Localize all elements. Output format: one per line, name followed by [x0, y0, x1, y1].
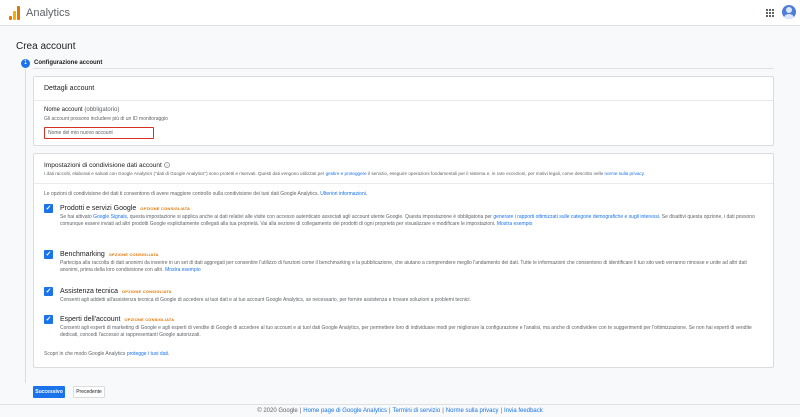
- data-sharing-card: Impostazioni di condivisione dati accoun…: [33, 153, 774, 368]
- desc-text: , questa impostazione si applica anche a…: [127, 214, 492, 220]
- option-title: Benchmarking OPZIONE CONSIGLIATA: [60, 251, 159, 258]
- learn-more-link[interactable]: Ulteriori informazioni.: [320, 191, 367, 197]
- account-avatar[interactable]: [782, 5, 796, 19]
- data-sharing-heading-text: Impostazioni di condivisione dati accoun…: [44, 162, 162, 169]
- account-name-hint: Gli account possono includere più di un …: [44, 116, 168, 122]
- options-intro: Le opzioni di condivisione dei dati ti c…: [44, 191, 367, 197]
- recommended-badge: OPZIONE CONSIGLIATA: [121, 288, 172, 294]
- app-title[interactable]: Analytics: [26, 7, 70, 19]
- intro-end: .: [643, 171, 645, 176]
- previous-button[interactable]: Precedente: [73, 386, 105, 398]
- intro-text: I dati raccolti, elaborati e salvati con…: [44, 171, 325, 176]
- recommended-badge: OPZIONE CONSIGLIATA: [124, 316, 175, 322]
- account-details-heading: Dettagli account: [44, 85, 95, 92]
- technical-support-checkbox[interactable]: ✓: [44, 287, 53, 296]
- copyright-text: © 2020 Google: [257, 408, 298, 414]
- terms-link[interactable]: Termini di servizio: [393, 408, 441, 414]
- option-title: Prodotti e servizi Google OPZIONE CONSIGL…: [60, 205, 190, 212]
- google-products-checkbox[interactable]: ✓: [44, 204, 53, 213]
- account-experts-checkbox[interactable]: ✓: [44, 315, 53, 324]
- demographics-reports-link[interactable]: generare i rapporti ottimizzati sulle ca…: [493, 214, 659, 220]
- options-intro-text: Le opzioni di condivisione dei dati ti c…: [44, 191, 319, 197]
- google-products-title: Prodotti e servizi Google: [60, 205, 137, 212]
- card-divider: [34, 100, 773, 101]
- desc-text: Se hai attivato: [60, 214, 92, 220]
- analytics-home-link[interactable]: Home page di Google Analytics: [303, 408, 387, 414]
- technical-support-title: Assistenza tecnica: [60, 288, 118, 295]
- step-divider: [33, 68, 774, 69]
- account-experts-description: Consenti agli esperti di marketing di Go…: [60, 325, 752, 338]
- technical-support-description: Consenti agli addetti all'assistenza tec…: [60, 297, 471, 303]
- apps-grid-icon[interactable]: [766, 9, 774, 17]
- top-app-bar: Analytics: [0, 0, 800, 26]
- show-example-link[interactable]: Mostra esempio: [497, 221, 533, 227]
- benchmarking-checkbox[interactable]: ✓: [44, 250, 53, 259]
- required-hint: (obbligatorio): [84, 107, 120, 113]
- account-details-card: Dettagli account Nome account (obbligato…: [33, 76, 774, 146]
- option-title: Esperti dell'account OPZIONE CONSIGLIATA: [60, 316, 174, 323]
- google-signals-link[interactable]: Google Signals: [93, 214, 127, 220]
- step-number-badge: 1: [21, 59, 30, 68]
- google-products-description: Se hai attivato Google Signals, questa i…: [60, 214, 765, 228]
- manage-protect-link[interactable]: gestire e proteggere: [326, 171, 367, 176]
- card-divider: [34, 183, 773, 184]
- benchmarking-description: Partecipa alla raccolta di dati anonimi …: [60, 260, 765, 274]
- account-name-label: Nome account (obbligatorio): [44, 107, 119, 113]
- intro-text-mid: il servizio, eseguire operazioni fondame…: [368, 171, 604, 176]
- protection-end: .: [167, 351, 170, 357]
- benchmarking-title: Benchmarking: [60, 251, 105, 258]
- privacy-link[interactable]: Norme sulla privacy: [446, 408, 499, 414]
- account-experts-title: Esperti dell'account: [60, 316, 121, 323]
- option-title: Assistenza tecnica OPZIONE CONSIGLIATA: [60, 288, 172, 295]
- protection-text: Scopri in che modo Google Analytics: [44, 351, 126, 357]
- account-name-label-text: Nome account: [44, 107, 83, 113]
- help-icon[interactable]: ?: [163, 162, 170, 169]
- privacy-policy-link[interactable]: norme sulla privacy: [604, 171, 643, 176]
- data-sharing-intro: I dati raccolti, elaborati e salvati con…: [44, 171, 769, 176]
- data-protection-note: Scopri in che modo Google Analytics prot…: [44, 351, 169, 357]
- next-button[interactable]: Successivo: [33, 386, 65, 398]
- analytics-logo-icon[interactable]: [9, 6, 21, 20]
- feedback-link[interactable]: Invia feedback: [504, 408, 543, 414]
- recommended-badge: OPZIONE CONSIGLIATA: [140, 205, 191, 211]
- desc-text: Partecipa alla raccolta di dati anonimi …: [60, 260, 747, 273]
- account-name-input[interactable]: [44, 127, 154, 139]
- stepper-line: [25, 69, 26, 383]
- show-example-link[interactable]: Mostra esempio: [165, 267, 201, 273]
- step-title: Configurazione account: [34, 60, 103, 66]
- page-footer: © 2020 Google | Home page di Google Analyt…: [0, 404, 800, 417]
- data-protection-link[interactable]: protegge i tuoi dati: [127, 351, 168, 357]
- recommended-badge: OPZIONE CONSIGLIATA: [108, 251, 159, 257]
- data-sharing-heading: Impostazioni di condivisione dati accoun…: [44, 162, 170, 169]
- page-title: Crea account: [16, 41, 76, 52]
